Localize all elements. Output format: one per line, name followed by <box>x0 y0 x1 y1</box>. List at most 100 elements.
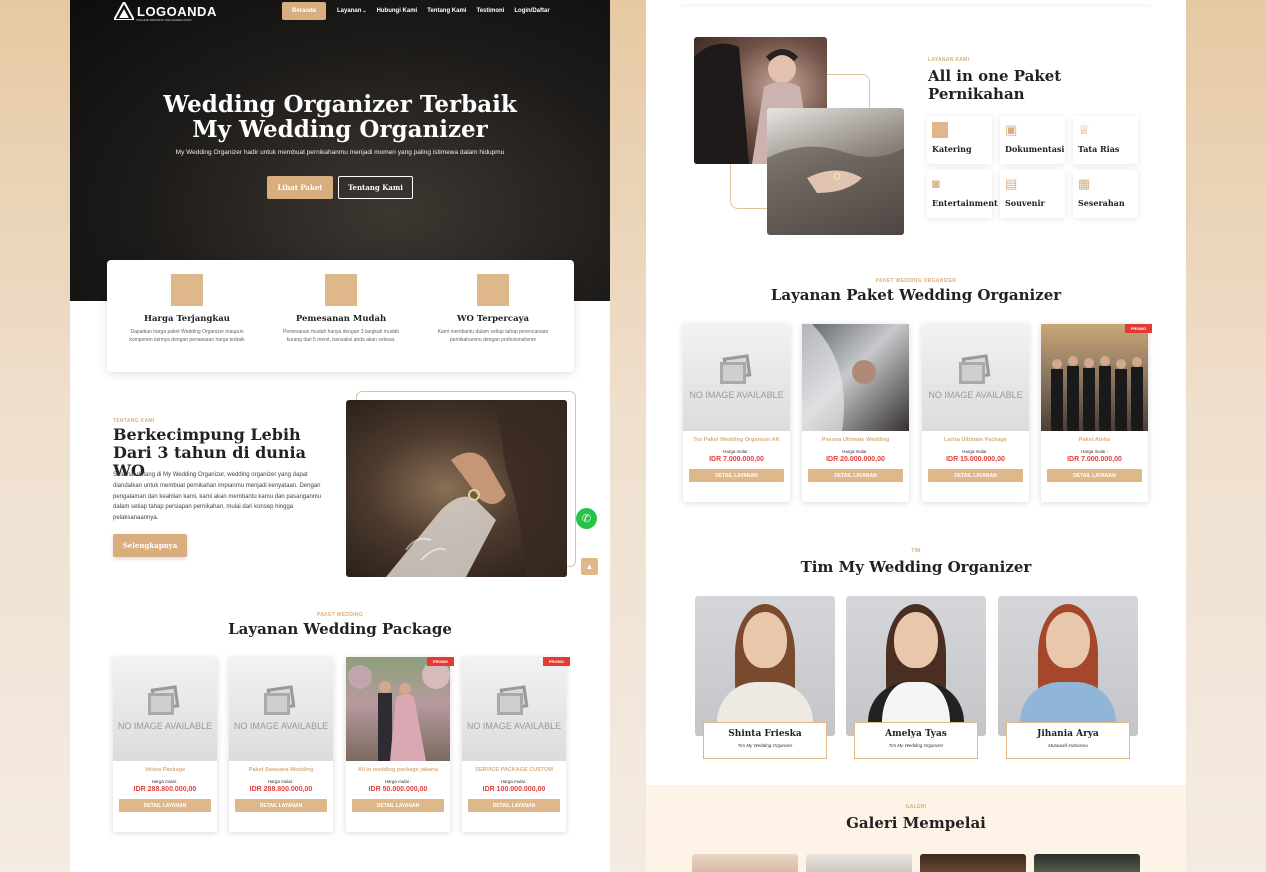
price-label: Harga mulai : <box>842 449 869 454</box>
no-image-placeholder: NO IMAGE AVAILABLE <box>113 657 217 761</box>
package-price: IDR 20.000.000,00 <box>826 456 885 463</box>
services-title-line2: Pernikahan <box>928 85 1025 103</box>
package-price: IDR 100.000.000,00 <box>482 786 546 793</box>
wo-package-card[interactable]: NO IMAGE AVAILABLE Lariza Ultimate Packa… <box>922 324 1029 502</box>
nav-tentang-kami[interactable]: Tentang Kami <box>422 2 471 20</box>
detail-button[interactable]: DETAIL LAYANAN <box>235 799 327 812</box>
service-name: Dokumentasi <box>1005 144 1065 154</box>
about-ring-photo <box>346 400 567 577</box>
hands-photo <box>767 108 904 235</box>
chevron-down-icon: ⌄ <box>362 8 367 14</box>
gallery-photo[interactable] <box>692 854 798 872</box>
package-name: All in wedding package jakarta <box>357 767 439 773</box>
service-name: Tata Rias <box>1078 144 1120 154</box>
detail-button[interactable]: DETAIL LAYANAN <box>808 469 903 482</box>
nav-beranda[interactable]: Beranda <box>282 2 327 20</box>
group-illustration <box>1051 356 1143 431</box>
nav-login[interactable]: Login/Daftar <box>509 2 554 20</box>
team-member: Shinta Frieska Tim My Wedding Organizer <box>695 596 835 760</box>
no-image-text: NO IMAGE AVAILABLE <box>466 721 562 731</box>
hero-section: LOGOANDA TAGLINE WEDDING ORGANIZER ANDA … <box>70 0 610 301</box>
service-name: Katering <box>932 144 972 154</box>
detail-button[interactable]: DETAIL LAYANAN <box>1047 469 1142 482</box>
about-us-button[interactable]: Tentang Kami <box>338 176 413 199</box>
packages-eyebrow: PAKET WEDDING <box>316 612 364 618</box>
package-name: Lariza Ultimate Package <box>944 437 1007 443</box>
about-eyebrow: TENTANG KAMI <box>113 418 155 424</box>
team-name-card: Amelya Tyas Tim My Wedding Organizer <box>854 722 978 759</box>
back-to-top-icon[interactable]: ▲ <box>581 558 598 575</box>
left-page-panel: LOGOANDA TAGLINE WEDDING ORGANIZER ANDA … <box>70 0 610 872</box>
service-seserahan[interactable]: ▦ Seserahan <box>1073 170 1138 218</box>
package-card[interactable]: NO IMAGE AVAILABLE Velora Package Harga … <box>113 657 217 832</box>
service-dokumentasi[interactable]: ▣ Dokumentasi <box>1000 116 1065 164</box>
logo-text: LOGOANDA <box>137 3 217 19</box>
feature-icon <box>477 274 509 306</box>
no-image-icon <box>719 353 754 386</box>
package-price: IDR 7.000.000,00 <box>1067 456 1122 463</box>
ring-hands-illustration <box>386 400 567 577</box>
service-entertainment[interactable]: ◙ Entertainment <box>927 170 998 218</box>
feature-title: Harga Terjangkau <box>144 314 230 324</box>
wo-package-card[interactable]: Pesona Ultimate Wedding Harga mulai : ID… <box>802 324 909 502</box>
logo[interactable]: LOGOANDA TAGLINE WEDDING ORGANIZER ANDA <box>114 2 217 22</box>
package-price: IDR 50.000.000,00 <box>368 786 428 793</box>
read-more-button[interactable]: Selengkapnya <box>113 534 187 557</box>
nav-hubungi-kami[interactable]: Hubungi Kami <box>372 2 423 20</box>
wo-package-card[interactable]: PROMO Paket Aloha Harga mulai : IDR 7.00… <box>1041 324 1152 502</box>
team-member-name: Shinta Frieska <box>728 729 802 739</box>
team-member-role: Mutawwif Indonesia <box>1048 743 1088 748</box>
wo-package-card[interactable]: NO IMAGE AVAILABLE Tes Paket Wedding Org… <box>683 324 790 502</box>
price-label: Harga mulai : <box>962 449 989 454</box>
feature-title: Pemesanan Mudah <box>295 314 387 324</box>
view-packages-button[interactable]: Lihat Paket <box>267 176 333 199</box>
no-image-text: NO IMAGE AVAILABLE <box>117 721 213 731</box>
package-card[interactable]: PROMO All in wedding package jakarta Har… <box>346 657 454 832</box>
head-shape <box>743 612 787 668</box>
service-name: Entertainment <box>932 198 998 208</box>
package-card[interactable]: NO IMAGE AVAILABLE PROMO SERVICE PACKAGE… <box>462 657 570 832</box>
bag-icon: ▤ <box>1005 176 1018 191</box>
gallery-photo[interactable] <box>920 854 1026 872</box>
nav-layanan[interactable]: Layanan ⌄ <box>332 2 372 20</box>
package-card[interactable]: NO IMAGE AVAILABLE Paket Swasana Wedding… <box>229 657 333 832</box>
gallery-photo[interactable] <box>1034 854 1140 872</box>
packages-title: Layanan Wedding Package <box>228 620 452 638</box>
whatsapp-icon[interactable]: ✆ <box>576 508 597 529</box>
team-photo <box>846 596 986 736</box>
services-title-line1: All in one Paket <box>928 67 1062 85</box>
service-souvenir[interactable]: ▤ Souvenir <box>1000 170 1065 218</box>
hero-title-line1: Wedding Organizer Terbaik <box>163 91 517 118</box>
package-name: Tes Paket Wedding Organizer AK <box>693 437 780 443</box>
feature-icon <box>171 274 203 306</box>
gallery-photo[interactable] <box>806 854 912 872</box>
service-katering[interactable]: Katering <box>927 116 992 164</box>
couple-illustration <box>348 661 450 761</box>
main-nav: Beranda Layanan ⌄ Hubungi Kami Tentang Ka… <box>282 2 555 20</box>
no-image-text: NO IMAGE AVAILABLE <box>689 389 784 400</box>
promo-badge: PROMO <box>542 657 570 666</box>
service-name: Souvenir <box>1005 198 1045 208</box>
logo-mark-icon <box>114 2 134 20</box>
team-name-card: Shinta Frieska Tim My Wedding Organizer <box>703 722 827 759</box>
service-tata-rias[interactable]: ♕ Tata Rias <box>1073 116 1138 164</box>
about-text: Selamat datang di My Wedding Organizer, … <box>113 472 322 522</box>
detail-button[interactable]: DETAIL LAYANAN <box>928 469 1023 482</box>
package-name: Paket Aloha <box>1078 437 1111 443</box>
head-shape <box>894 612 938 668</box>
detail-button[interactable]: DETAIL LAYANAN <box>352 799 444 812</box>
camera-icon: ◙ <box>932 176 940 191</box>
top-card-edge <box>682 0 1150 4</box>
detail-button[interactable]: DETAIL LAYANAN <box>119 799 211 812</box>
price-label: Harga mulai : <box>384 779 412 784</box>
detail-button[interactable]: DETAIL LAYANAN <box>468 799 560 812</box>
veil-illustration <box>802 324 876 431</box>
no-image-placeholder: NO IMAGE AVAILABLE <box>922 324 1029 431</box>
team-title: Tim My Wedding Organizer <box>800 558 1032 576</box>
detail-button[interactable]: DETAIL LAYANAN <box>689 469 784 482</box>
gallery-title: Galeri Mempelai <box>846 814 986 832</box>
hands-illustration <box>767 146 904 235</box>
promo-badge: PROMO <box>1124 324 1152 333</box>
nav-testimoni[interactable]: Testimoni <box>471 2 509 20</box>
team-member-name: Jihania Arya <box>1037 729 1099 739</box>
